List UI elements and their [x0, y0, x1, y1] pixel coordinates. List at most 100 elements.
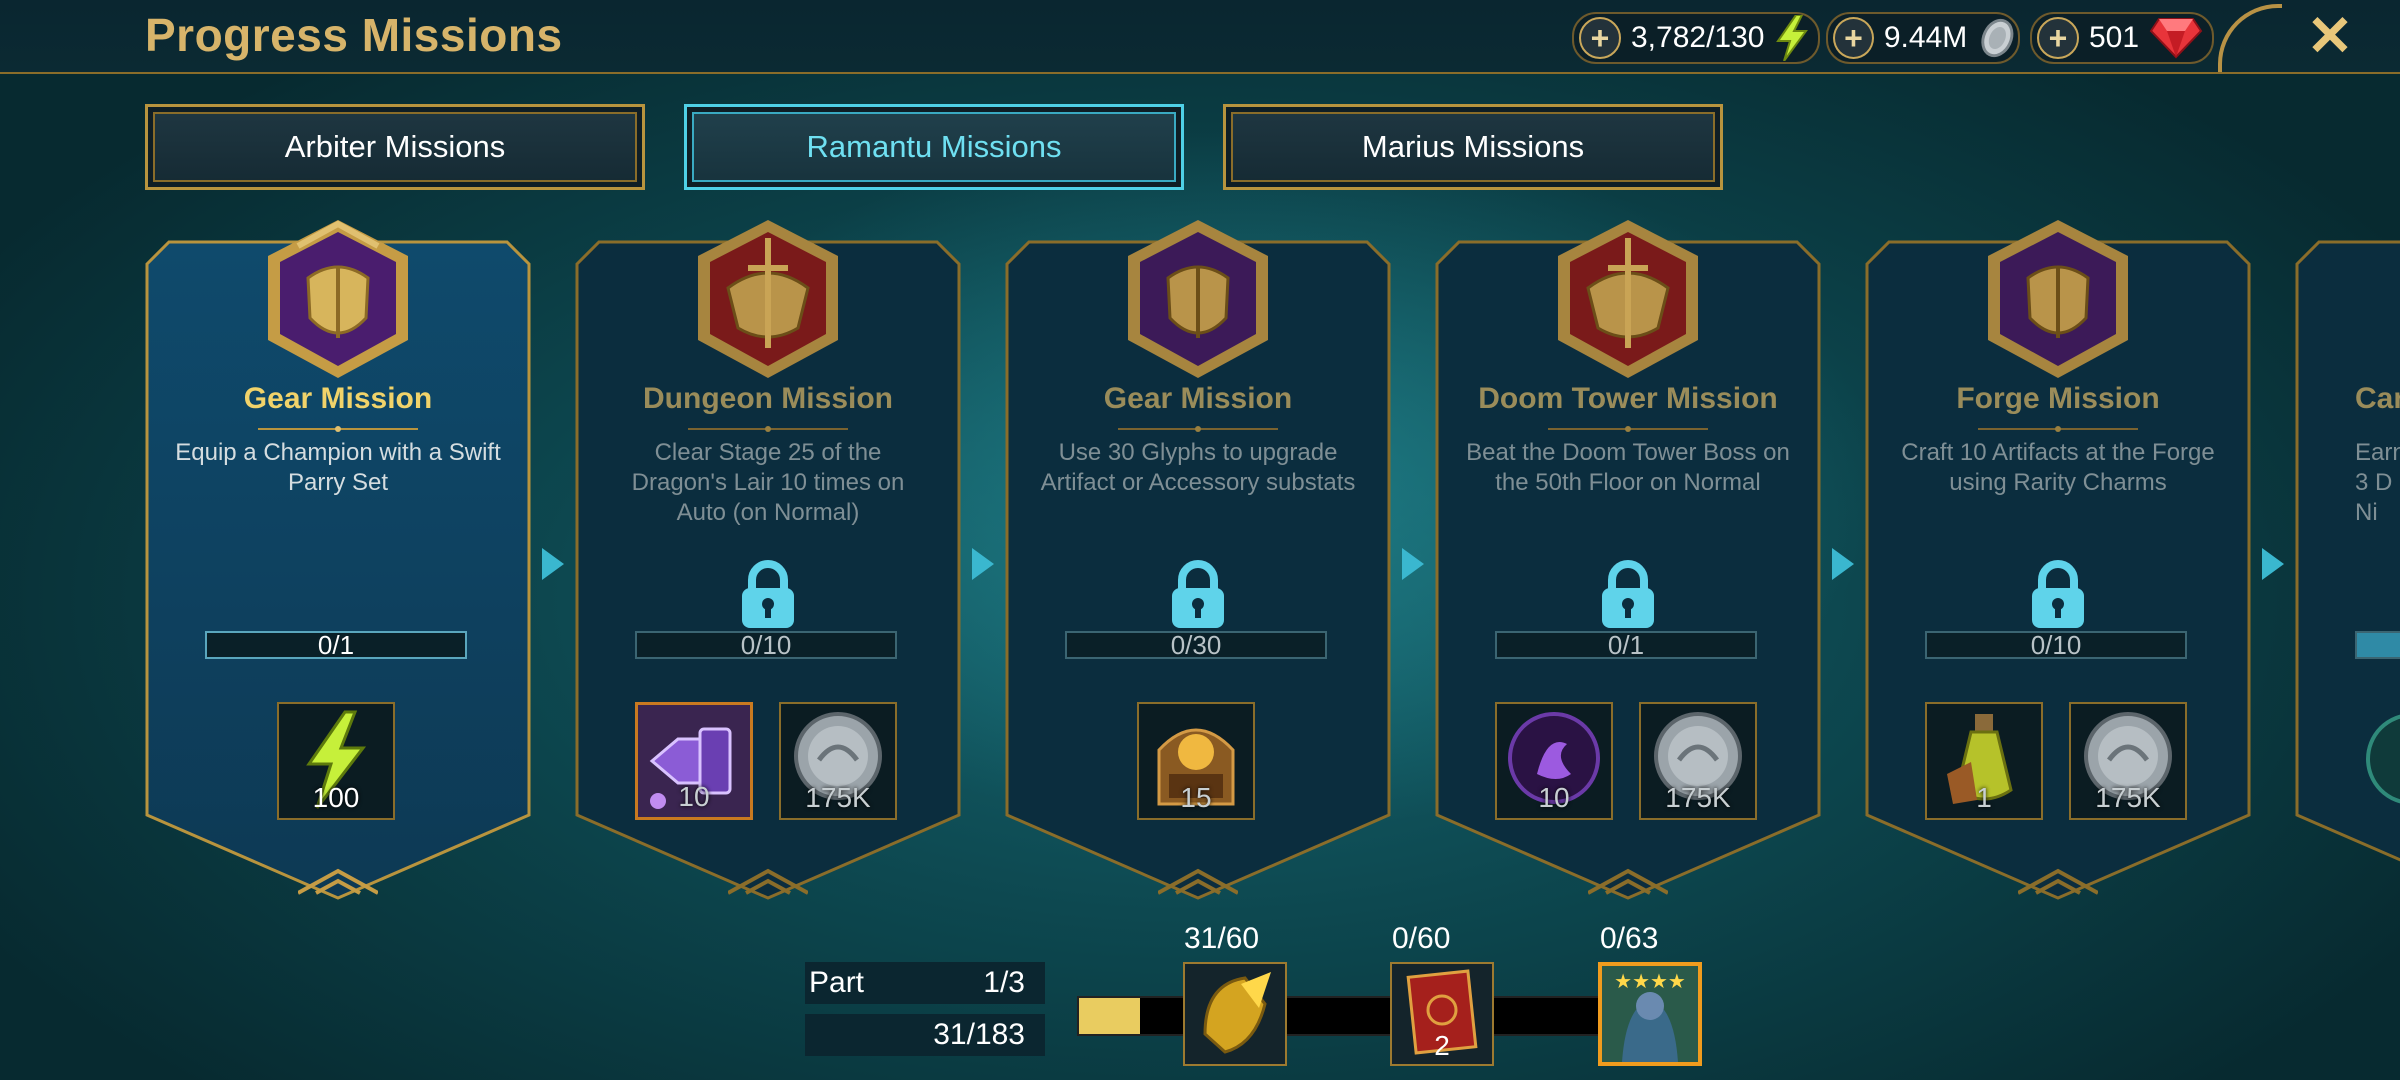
resource-gems: + 501 — [2030, 12, 2214, 64]
milestone-reward-1[interactable] — [1183, 962, 1287, 1066]
reward-artifact-shard[interactable]: 10 — [635, 702, 753, 820]
milestone-progress-track — [1077, 996, 1637, 1036]
next-arrow-icon — [2262, 548, 2284, 580]
mission-progress-bar: 0/10 — [1925, 629, 2187, 660]
progress-fill — [2357, 633, 2400, 657]
card-bottom-ornament — [1588, 868, 1668, 895]
card-bottom-ornament — [728, 868, 808, 895]
add-gems-button[interactable]: + — [2037, 17, 2079, 59]
title-divider — [258, 426, 418, 432]
progress-text: 0/30 — [1170, 629, 1222, 660]
mission-title: Dungeon Mission — [643, 382, 893, 415]
title-divider — [688, 426, 848, 432]
tab-marius-missions[interactable]: Marius Missions — [1223, 104, 1723, 190]
reward-amount: 10 — [678, 781, 710, 812]
reward-orb-icon — [2366, 714, 2400, 804]
mission-title: Forge Mission — [1956, 382, 2160, 415]
reward-void-orb[interactable]: 10 — [1495, 702, 1613, 820]
mission-progress-bar: 0/1 — [205, 629, 467, 660]
reward-amount: 15 — [1180, 782, 1212, 813]
gear-emblem-icon — [268, 220, 408, 378]
page-title: Progress Missions — [145, 9, 563, 61]
reward-silver[interactable]: 175K — [779, 702, 897, 820]
mission-title: Car — [2355, 382, 2400, 415]
lock-icon — [1172, 560, 1224, 628]
progress-text: 0/1 — [1607, 629, 1645, 660]
mission-description: Clear Stage 25 of the Dragon's Lair 10 t… — [631, 439, 905, 526]
energy-value: 3,782/130 — [1631, 21, 1765, 54]
milestone-progress-fill — [1079, 998, 1141, 1034]
resource-energy: + 3,782/130 — [1572, 12, 1820, 64]
mission-card-forge[interactable]: Forge Mission Craft 10 Artifacts at the … — [1865, 220, 2251, 900]
reward-amount: 175K — [805, 782, 871, 813]
mission-card-partial[interactable]: Car Earn 3 D Ni — [2295, 240, 2400, 900]
milestone-count: 0/60 — [1392, 922, 1451, 955]
gems-value: 501 — [2089, 21, 2140, 54]
add-energy-button[interactable]: + — [1579, 17, 1621, 59]
reward-amount: 175K — [1665, 782, 1731, 813]
progress-text: 0/10 — [740, 629, 792, 660]
title-divider — [1978, 426, 2138, 432]
top-bar: Progress Missions + 3,782/130 + 9.44M + … — [0, 0, 2400, 74]
mission-card-doom-tower[interactable]: Doom Tower Mission Beat the Doom Tower B… — [1435, 220, 1821, 900]
champion-helmet-icon — [1203, 972, 1271, 1054]
card-bottom-ornament — [2018, 868, 2098, 895]
reward-silver[interactable]: 175K — [2069, 702, 2187, 820]
resource-silver: + 9.44M — [1826, 12, 2020, 64]
milestone-reward-3[interactable]: ★★★★ — [1598, 962, 1702, 1066]
mission-progress-bar: 0/10 — [635, 629, 897, 660]
add-silver-button[interactable]: + — [1833, 17, 1874, 59]
next-arrow-icon — [1832, 548, 1854, 580]
corner-ornament — [2218, 4, 2282, 72]
title-divider — [1548, 426, 1708, 432]
tab-ramantu-missions[interactable]: Ramantu Missions — [684, 104, 1184, 190]
mission-card-gear-swift-parry[interactable]: Gear Mission Equip a Champion with a Swi… — [145, 220, 531, 900]
mission-title: Doom Tower Mission — [1478, 382, 1778, 415]
reward-forge-shrine[interactable]: 15 — [1137, 702, 1255, 820]
part-indicator: Part 1/3 — [805, 962, 1045, 1004]
part-value: 1/3 — [983, 966, 1025, 999]
champion-portrait-icon: ★★★★ — [1602, 966, 1698, 1062]
part-label: Part — [809, 966, 865, 999]
mission-title: Gear Mission — [243, 382, 433, 415]
mission-description: Use 30 Glyphs to upgrade Artifact or Acc… — [1040, 439, 1356, 496]
part-total: 31/183 — [933, 1018, 1025, 1051]
tab-arbiter-missions[interactable]: Arbiter Missions — [145, 104, 645, 190]
progress-text: 0/10 — [2030, 629, 2082, 660]
card-bottom-ornament — [1158, 868, 1238, 895]
next-arrow-icon — [972, 548, 994, 580]
mission-description: Earn 3 D Ni — [2355, 439, 2400, 526]
reward-amount: 100 — [312, 782, 360, 813]
next-arrow-icon — [542, 548, 564, 580]
part-total-progress: 31/183 — [805, 1014, 1045, 1056]
reward-silver[interactable]: 175K — [1639, 702, 1757, 820]
lock-icon — [2032, 560, 2084, 628]
reward-potion[interactable]: 1 — [1925, 702, 2043, 820]
mission-progress-bar: 0/30 — [1065, 629, 1327, 660]
silver-coin-icon — [1981, 18, 2014, 58]
mission-description: Beat the Doom Tower Boss on the 50th Flo… — [1466, 439, 1790, 496]
mission-description: Craft 10 Artifacts at the Forge using Ra… — [1901, 439, 2215, 496]
milestone-amount: 2 — [1434, 1030, 1450, 1061]
lock-icon — [742, 560, 794, 628]
progress-text: 0/1 — [317, 629, 355, 660]
svg-text:★★★★: ★★★★ — [1614, 969, 1686, 993]
mission-progress-bar — [2355, 631, 2400, 659]
reward-amount: 10 — [1538, 782, 1570, 813]
title-divider — [1118, 426, 1278, 432]
milestone-count: 0/63 — [1600, 922, 1659, 955]
mission-card-gear-glyphs[interactable]: Gear Mission Use 30 Glyphs to upgrade Ar… — [1005, 220, 1391, 900]
card-bottom-ornament — [298, 868, 378, 895]
milestone-count: 31/60 — [1184, 922, 1260, 955]
silver-value: 9.44M — [1883, 21, 1968, 54]
energy-icon — [1776, 15, 1809, 61]
reward-amount: 1 — [1976, 782, 1992, 813]
reward-amount: 175K — [2095, 782, 2161, 813]
mission-title: Gear Mission — [1103, 382, 1293, 415]
close-icon[interactable]: ✕ — [2300, 4, 2360, 67]
reward-energy[interactable]: 100 — [277, 702, 395, 820]
mission-description: Equip a Champion with a Swift Parry Set — [175, 439, 501, 496]
mission-card-dungeon[interactable]: Dungeon Mission Clear Stage 25 of the Dr… — [575, 220, 961, 900]
milestone-reward-2[interactable]: 2 — [1390, 962, 1494, 1066]
gem-icon — [2149, 18, 2203, 59]
